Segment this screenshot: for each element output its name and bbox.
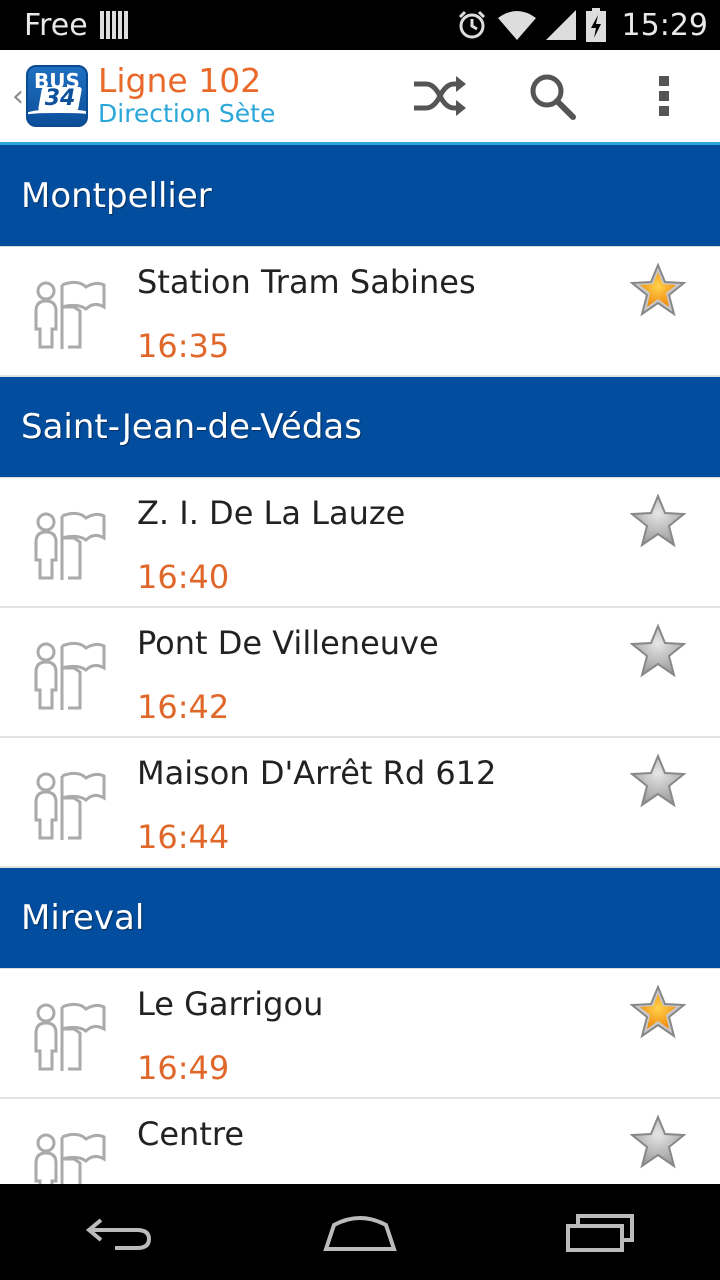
app-logo[interactable]: BUS 34 xyxy=(26,65,88,127)
battery-charging-icon xyxy=(585,8,606,42)
signal-icon xyxy=(545,10,576,40)
section-header: Mireval xyxy=(0,868,720,969)
favorite-star-empty-icon[interactable] xyxy=(630,623,686,679)
recent-apps-button[interactable] xyxy=(540,1184,660,1280)
favorite-star-empty-icon[interactable] xyxy=(630,1114,686,1170)
search-button[interactable] xyxy=(496,49,608,144)
sim-icon xyxy=(99,11,128,39)
list-item[interactable]: Z. I. De La Lauze 16:40 xyxy=(0,478,720,608)
list-item[interactable]: Le Garrigou 16:49 xyxy=(0,969,720,1099)
overflow-menu-icon xyxy=(659,76,669,116)
recent-apps-icon xyxy=(566,1214,634,1252)
stop-time: 16:40 xyxy=(137,558,230,596)
bus-stop-icon xyxy=(34,771,106,842)
stop-name: Centre xyxy=(137,1115,244,1153)
stop-name: Maison D'Arrêt Rd 612 xyxy=(137,754,497,792)
shuffle-button[interactable] xyxy=(384,49,496,144)
stop-name: Le Garrigou xyxy=(137,985,324,1023)
logo-number: 34 xyxy=(44,86,76,111)
home-icon xyxy=(323,1216,397,1251)
list-item[interactable]: Station Tram Sabines 16:35 xyxy=(0,247,720,377)
favorite-star-empty-icon[interactable] xyxy=(630,493,686,549)
search-icon xyxy=(530,74,576,120)
favorite-star-filled-icon[interactable] xyxy=(630,984,686,1040)
bus-stop-icon xyxy=(34,1002,106,1073)
status-bar: Free 15:29 xyxy=(0,0,720,50)
stop-name: Z. I. De La Lauze xyxy=(137,494,406,532)
clock: 15:29 xyxy=(621,7,708,43)
stop-time: 16:35 xyxy=(137,327,230,365)
bus-stop-icon xyxy=(34,280,106,351)
favorite-star-filled-icon[interactable] xyxy=(630,262,686,318)
stop-name: Station Tram Sabines xyxy=(137,263,476,301)
section-header: Montpellier xyxy=(0,145,720,247)
bus-stop-icon xyxy=(34,641,106,712)
section-header: Saint-Jean-de-Védas xyxy=(0,377,720,478)
page-subtitle: Direction Sète xyxy=(98,99,276,128)
system-nav-bar xyxy=(0,1184,720,1280)
stop-time: 16:49 xyxy=(137,1049,230,1087)
stop-time: 16:42 xyxy=(137,688,230,726)
back-icon xyxy=(85,1218,152,1250)
bus-stop-icon xyxy=(34,511,106,582)
action-bar: ‹ BUS 34 Ligne 102 Direction Sète xyxy=(0,50,720,145)
stop-time: 16:44 xyxy=(137,818,230,856)
wifi-icon xyxy=(497,11,536,40)
carrier-name: Free xyxy=(24,7,88,43)
up-navigation-icon[interactable]: ‹ xyxy=(0,49,24,144)
favorite-star-empty-icon[interactable] xyxy=(630,753,686,809)
list-item[interactable]: Maison D'Arrêt Rd 612 16:44 xyxy=(0,738,720,868)
bus-stop-icon xyxy=(34,1132,106,1184)
list-item[interactable]: Pont De Villeneuve 16:42 xyxy=(0,608,720,738)
stop-name: Pont De Villeneuve xyxy=(137,624,439,662)
overflow-menu-button[interactable] xyxy=(608,49,720,144)
title-block: Ligne 102 Direction Sète xyxy=(98,63,275,129)
stop-list[interactable]: Montpellier Station Tram Sabines 16:35 S… xyxy=(0,145,720,1184)
page-title: Ligne 102 xyxy=(98,61,262,100)
shuffle-icon xyxy=(414,76,466,116)
alarm-icon xyxy=(458,10,485,39)
list-item[interactable]: Centre xyxy=(0,1099,720,1184)
home-button[interactable] xyxy=(300,1184,420,1280)
back-button[interactable] xyxy=(60,1184,180,1280)
